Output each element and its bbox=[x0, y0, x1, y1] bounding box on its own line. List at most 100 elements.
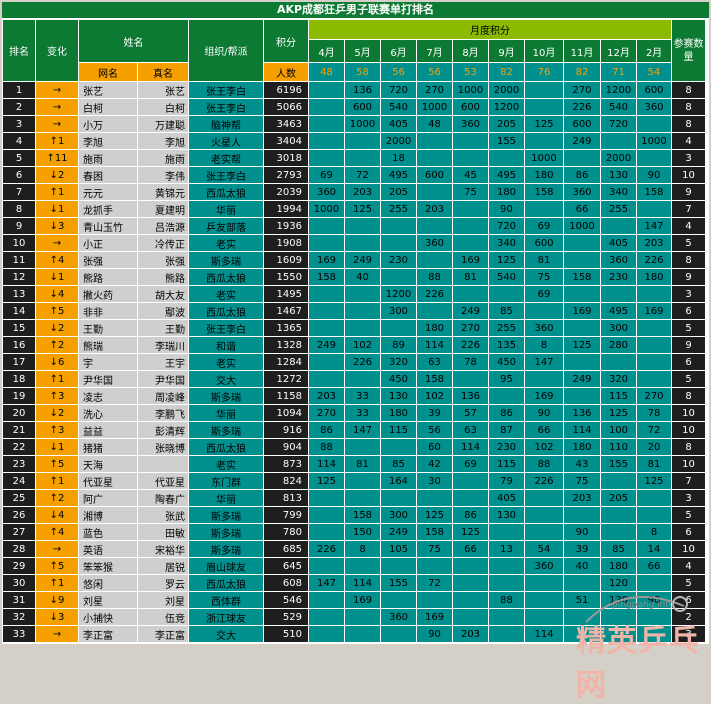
month-score-cell bbox=[417, 303, 452, 319]
nick-cell: 张强 bbox=[79, 252, 137, 268]
nick-cell: 笨笨猴 bbox=[79, 558, 137, 574]
entries-cell: 6 bbox=[672, 354, 705, 370]
month-score-cell: 226 bbox=[309, 541, 344, 557]
club-cell: 老实 bbox=[189, 456, 263, 472]
month-score-cell: 450 bbox=[489, 354, 524, 370]
month-score-cell: 13 bbox=[489, 541, 524, 557]
rank-cell: 20 bbox=[3, 405, 35, 421]
club-cell: 老实 bbox=[189, 354, 263, 370]
month-score-cell bbox=[381, 558, 416, 574]
month-score-cell: 72 bbox=[345, 167, 380, 183]
month-score-cell: 255 bbox=[381, 201, 416, 217]
entries-cell: 6 bbox=[672, 303, 705, 319]
month-score-cell: 147 bbox=[345, 422, 380, 438]
nick-cell: 撇火药 bbox=[79, 286, 137, 302]
month-score-cell: 66 bbox=[564, 201, 600, 217]
club-cell: 乒友部落 bbox=[189, 218, 263, 234]
month-score-cell: 85 bbox=[381, 456, 416, 472]
ranking-table: 排名 变化 姓名 组织/帮派 积分 月度积分 参赛数量 4月 5月 6月 7月 8月 9月… bbox=[2, 19, 706, 643]
entries-cell: 7 bbox=[672, 201, 705, 217]
month-score-cell: 81 bbox=[637, 456, 671, 472]
rank-cell: 32 bbox=[3, 609, 35, 625]
month-score-cell: 90 bbox=[417, 626, 452, 642]
rank-cell: 9 bbox=[3, 218, 35, 234]
entries-cell: 8 bbox=[672, 439, 705, 455]
month-score-cell bbox=[525, 303, 563, 319]
header-month: 8月 bbox=[453, 40, 488, 62]
month-score-cell bbox=[417, 252, 452, 268]
month-score-cell: 114 bbox=[345, 575, 380, 591]
month-score-cell: 230 bbox=[489, 439, 524, 455]
month-score-cell bbox=[637, 507, 671, 523]
header-month: 5月 bbox=[345, 40, 380, 62]
month-score-cell: 90 bbox=[489, 201, 524, 217]
month-score-cell bbox=[601, 473, 636, 489]
real-name-cell: 李伟 bbox=[138, 167, 188, 183]
rank-cell: 10 bbox=[3, 235, 35, 251]
table-row: 29 ↑5 笨笨猴 居锐 眉山球友 645 360 40 180 66 4 bbox=[3, 558, 705, 574]
month-score-cell: 150 bbox=[345, 524, 380, 540]
month-score-cell: 66 bbox=[525, 422, 563, 438]
club-cell: 华丽 bbox=[189, 405, 263, 421]
change-cell: → bbox=[36, 99, 78, 115]
month-score-cell: 2000 bbox=[381, 133, 416, 149]
month-score-cell bbox=[564, 626, 600, 642]
month-score-cell: 66 bbox=[453, 541, 488, 557]
rank-cell: 33 bbox=[3, 626, 35, 642]
month-score-cell: 300 bbox=[381, 303, 416, 319]
month-score-cell: 78 bbox=[453, 354, 488, 370]
month-score-cell bbox=[309, 558, 344, 574]
header-month: 11月 bbox=[564, 40, 600, 62]
month-score-cell: 249 bbox=[453, 303, 488, 319]
change-cell: ↑3 bbox=[36, 422, 78, 438]
month-score-cell bbox=[309, 507, 344, 523]
month-score-cell bbox=[345, 150, 380, 166]
table-row: 19 ↑3 凌志 周凌峰 斯多瑞 1158 203 33 130 102 136 169 115 270 8 bbox=[3, 388, 705, 404]
month-score-cell: 600 bbox=[525, 235, 563, 251]
month-score-cell: 169 bbox=[309, 252, 344, 268]
month-score-cell: 51 bbox=[564, 592, 600, 608]
month-score-cell bbox=[637, 609, 671, 625]
month-score-cell: 130 bbox=[601, 592, 636, 608]
month-score-cell: 360 bbox=[525, 320, 563, 336]
score-cell: 904 bbox=[264, 439, 308, 455]
header-real: 真名 bbox=[138, 63, 188, 81]
month-score-cell: 249 bbox=[345, 252, 380, 268]
real-name-cell: 鄢波 bbox=[138, 303, 188, 319]
month-score-cell: 39 bbox=[564, 541, 600, 557]
month-score-cell bbox=[564, 575, 600, 591]
month-score-cell bbox=[345, 320, 380, 336]
month-score-cell bbox=[453, 575, 488, 591]
month-score-cell bbox=[637, 320, 671, 336]
month-score-cell: 18 bbox=[381, 150, 416, 166]
table-row: 15 ↓2 王勤 王勤 张王李白 1365 180 270 255 360 300 5 bbox=[3, 320, 705, 336]
month-count: 54 bbox=[637, 63, 671, 81]
real-name-cell: 居锐 bbox=[138, 558, 188, 574]
real-name-cell: 尹华国 bbox=[138, 371, 188, 387]
entries-cell: 5 bbox=[672, 320, 705, 336]
month-score-cell: 81 bbox=[453, 269, 488, 285]
month-count: 58 bbox=[345, 63, 380, 81]
nick-cell: 非非 bbox=[79, 303, 137, 319]
month-score-cell bbox=[453, 609, 488, 625]
month-score-cell: 169 bbox=[453, 252, 488, 268]
month-score-cell: 66 bbox=[637, 558, 671, 574]
rank-cell: 18 bbox=[3, 371, 35, 387]
table-row: 24 ↑1 代亚星 代亚星 东门群 824 125 164 30 79 226 75 125 7 bbox=[3, 473, 705, 489]
month-score-cell: 75 bbox=[564, 473, 600, 489]
month-score-cell: 169 bbox=[525, 388, 563, 404]
month-score-cell: 169 bbox=[637, 303, 671, 319]
month-score-cell: 69 bbox=[453, 456, 488, 472]
entries-cell: 7 bbox=[672, 473, 705, 489]
month-score-cell bbox=[489, 388, 524, 404]
score-cell: 685 bbox=[264, 541, 308, 557]
month-count: 53 bbox=[453, 63, 488, 81]
month-score-cell: 300 bbox=[381, 507, 416, 523]
month-score-cell: 79 bbox=[489, 473, 524, 489]
change-cell: ↑11 bbox=[36, 150, 78, 166]
month-score-cell: 600 bbox=[564, 116, 600, 132]
month-score-cell: 90 bbox=[637, 592, 671, 608]
nick-cell: 李旭 bbox=[79, 133, 137, 149]
score-cell: 1609 bbox=[264, 252, 308, 268]
month-score-cell: 203 bbox=[345, 184, 380, 200]
